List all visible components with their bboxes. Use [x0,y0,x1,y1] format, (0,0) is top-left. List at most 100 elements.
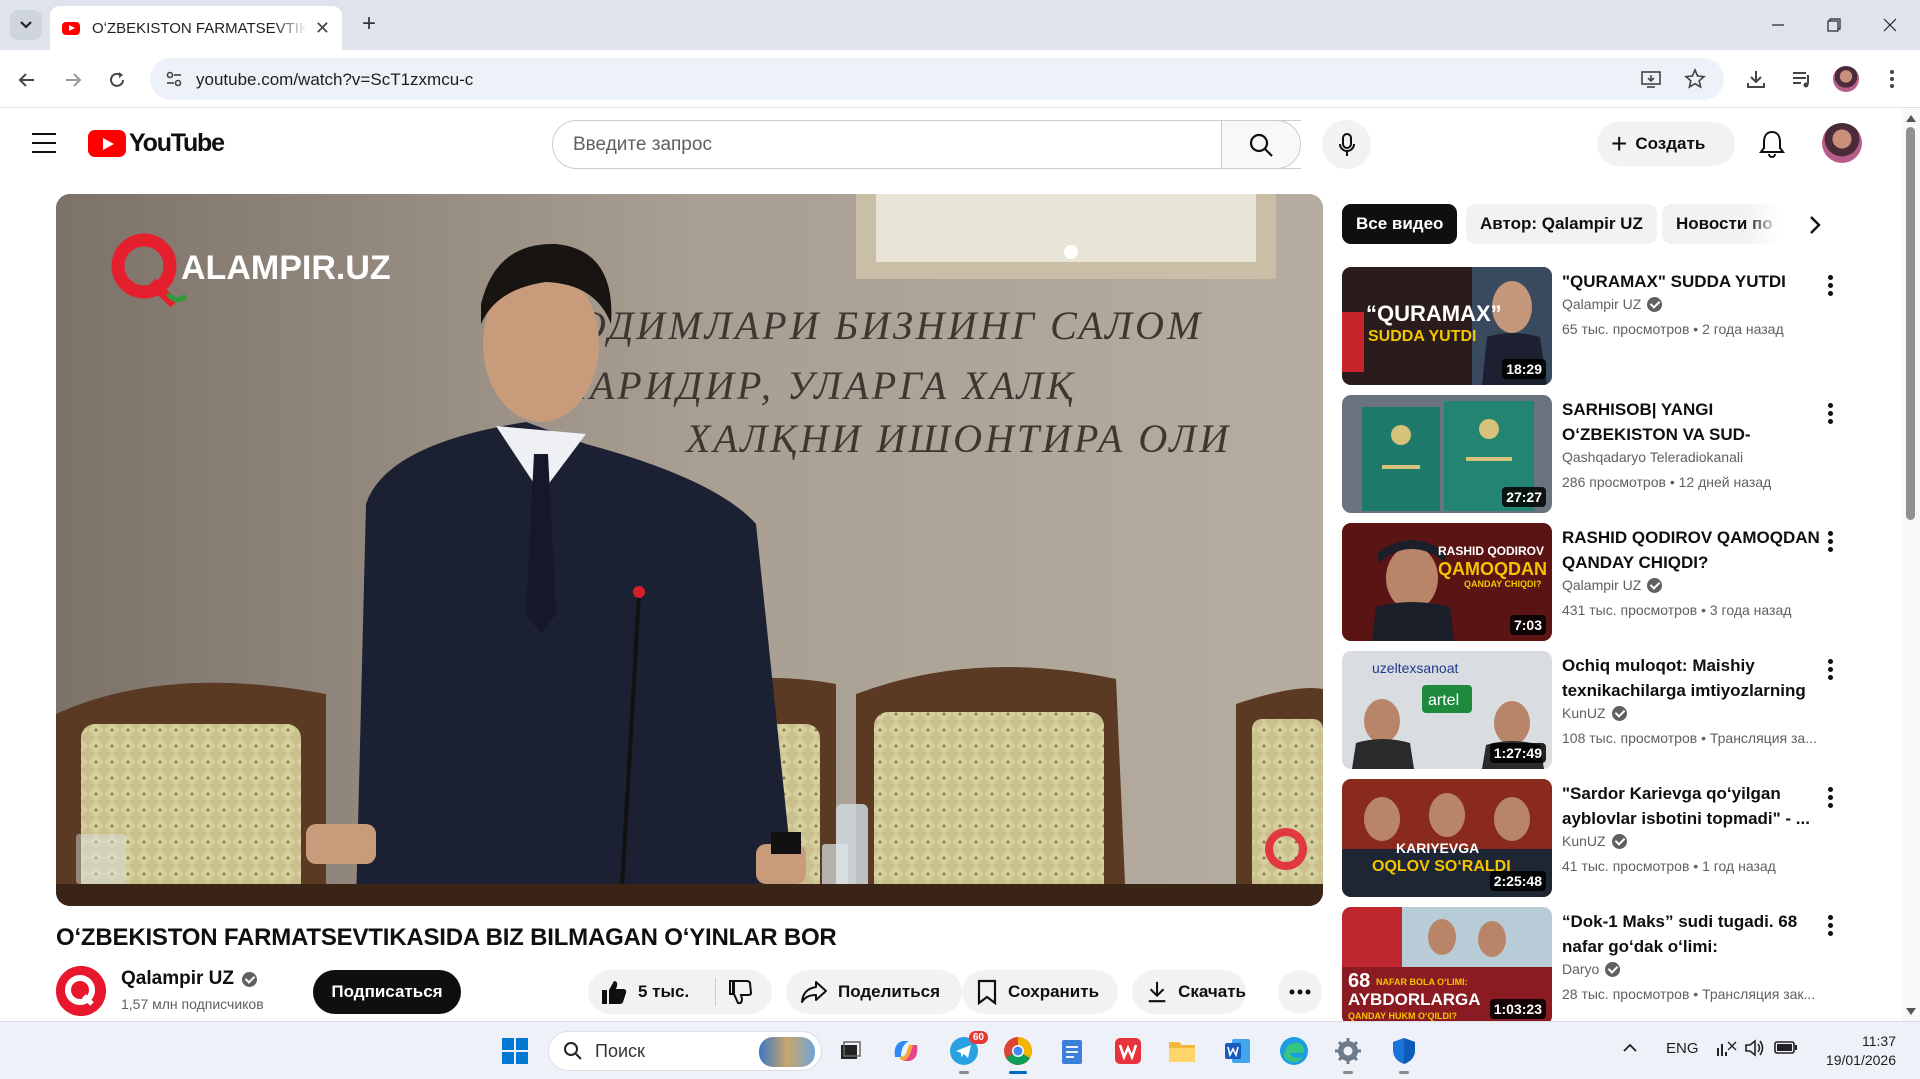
telegram-app[interactable]: 60 [946,1031,988,1074]
forward-button[interactable] [56,63,90,97]
search-highlight-image [759,1037,815,1067]
recommendation-item[interactable]: RASHID QODIROV QAMOQDAN QANDAY CHIQDI? 7… [1342,523,1842,641]
save-button[interactable]: Сохранить [962,970,1118,1014]
channel-name[interactable]: Daryo [1562,961,1621,977]
page-scrollbar[interactable] [1902,109,1920,1021]
start-button[interactable] [497,1033,533,1069]
notepad-app[interactable] [1054,1033,1090,1069]
recommendation-item[interactable]: KARIYEVGA OQLOV SOʻRALDI 2:25:48 "Sardor… [1342,779,1842,897]
video-thumbnail[interactable]: “QURAMAX” SUDDA YUTDI 18:29 [1342,267,1552,385]
file-explorer-app[interactable] [1164,1033,1200,1069]
video-title[interactable]: Ochiq muloqot: Maishiy texnikachilarga i… [1562,653,1822,703]
video-thumbnail[interactable]: uzeltexsanoat artel 1:27:49 [1342,651,1552,769]
word-app[interactable] [1220,1033,1256,1069]
video-thumbnail[interactable]: 68 NAFAR BOLA OʻLIMI: AYBDORLARGA QANDAY… [1342,907,1552,1025]
chip-news[interactable]: Новости по [1662,204,1780,244]
recommendation-item[interactable]: “QURAMAX” SUDDA YUTDI 18:29 "QURAMAX" SU… [1342,267,1842,385]
url-text: youtube.com/watch?v=ScT1zxmcu-c [196,70,474,89]
search-button[interactable] [1221,120,1301,169]
defender-app[interactable] [1386,1033,1422,1074]
bookmark-star-icon[interactable] [1684,68,1706,90]
account-avatar[interactable] [1822,123,1862,163]
address-bar[interactable]: youtube.com/watch?v=ScT1zxmcu-c [150,58,1724,100]
more-vert-icon[interactable] [1828,915,1834,937]
close-window-button[interactable] [1862,0,1918,50]
restore-button[interactable] [1806,0,1862,50]
chips-next-button[interactable] [1800,210,1830,240]
dislike-button[interactable] [716,979,772,1005]
video-title[interactable]: "Sardor Karievga qoʻyilgan ayblovlar isb… [1562,781,1822,831]
wps-app[interactable] [1110,1033,1146,1069]
channel-name[interactable]: KunUZ [1562,705,1627,721]
share-button[interactable]: Поделиться [786,970,962,1014]
site-settings-icon[interactable] [164,69,184,89]
qalampir-logo-icon [56,966,106,1016]
show-hidden-icons-button[interactable] [1622,1040,1638,1057]
youtube-logo[interactable]: YouTube [88,129,225,158]
reload-button[interactable] [100,63,134,97]
voice-search-button[interactable] [1322,120,1371,169]
browser-tab-active[interactable]: OʻZBEKISTON FARMATSEVTIKASIDA BIZ BILMAG… [50,6,342,50]
volume-button[interactable] [1744,1038,1766,1062]
scrollbar-thumb[interactable] [1906,127,1915,520]
media-controls-button[interactable] [1788,65,1816,93]
browser-menu-button[interactable] [1878,65,1906,93]
more-actions-button[interactable] [1278,970,1322,1014]
more-vert-icon[interactable] [1828,659,1834,681]
channel-name-text: KunUZ [1562,705,1606,721]
more-vert-icon[interactable] [1828,531,1834,553]
channel-name[interactable]: Qashqadaryo Teleradiokanali [1562,449,1743,465]
notifications-bell-icon[interactable] [1756,128,1788,160]
recommendation-item[interactable]: 27:27 SARHISOB| YANGI OʻZBEKISTON VA SUD… [1342,395,1842,513]
input-language[interactable]: ENG [1666,1040,1699,1057]
video-thumbnail[interactable]: 27:27 [1342,395,1552,513]
recommendation-item[interactable]: uzeltexsanoat artel 1:27:49 Ochiq muloqo… [1342,651,1842,769]
network-button[interactable] [1716,1038,1738,1062]
video-title[interactable]: RASHID QODIROV QAMOQDAN QANDAY CHIQDI? [1562,525,1822,575]
tab-search-button[interactable] [10,10,42,40]
video-title[interactable]: SARHISOB| YANGI OʻZBEKISTON VA SUD-HUQUQ… [1562,397,1822,447]
video-meta: 41 тыс. просмотров • 1 год назад [1562,858,1776,874]
taskbar-search-input[interactable]: Поиск [548,1031,822,1071]
reload-icon [110,72,124,87]
create-button[interactable]: + Создать [1597,122,1735,166]
chrome-app[interactable] [1000,1033,1036,1074]
more-vert-icon[interactable] [1828,403,1834,425]
channel-name[interactable]: Qalampir UZ [121,968,257,990]
channel-avatar[interactable] [56,966,106,1016]
tab-close-icon[interactable]: ✕ [315,18,330,39]
chip-author[interactable]: Автор: Qalampir UZ [1466,204,1657,244]
task-view-button[interactable] [832,1033,868,1069]
settings-app[interactable] [1330,1033,1366,1074]
minimize-button[interactable] [1750,0,1806,50]
channel-name[interactable]: Qalampir UZ [1562,577,1663,593]
video-title[interactable]: “Dok-1 Maks” sudi tugadi. 68 nafar goʻda… [1562,909,1822,959]
video-player[interactable]: ЁТ ХОДИМЛАРИ БИЗНИНГ САЛОМ ОНЛАРИДИР, УЛ… [56,194,1323,906]
video-title[interactable]: "QURAMAX" SUDDA YUTDI [1562,269,1822,294]
search-input[interactable]: Введите запрос [552,120,1301,169]
video-thumbnail[interactable]: RASHID QODIROV QAMOQDAN QANDAY CHIQDI? 7… [1342,523,1552,641]
like-button[interactable]: 5 тыс. [600,978,716,1006]
battery-button[interactable] [1774,1039,1798,1059]
back-button[interactable] [10,63,44,97]
scroll-up-arrow[interactable] [1906,115,1916,122]
channel-name[interactable]: KunUZ [1562,833,1627,849]
more-vert-icon[interactable] [1828,275,1834,297]
channel-name[interactable]: Qalampir UZ [1562,296,1663,312]
downloads-button[interactable] [1742,65,1770,93]
more-vert-icon[interactable] [1828,787,1834,809]
chip-all-videos[interactable]: Все видео [1342,204,1458,244]
arrow-right-icon [66,73,82,87]
profile-button[interactable] [1832,65,1860,93]
recommendation-item[interactable]: 68 NAFAR BOLA OʻLIMI: AYBDORLARGA QANDAY… [1342,907,1842,1025]
install-app-icon[interactable] [1640,68,1662,90]
edge-app[interactable] [1276,1033,1312,1069]
scroll-down-arrow[interactable] [1906,1008,1916,1015]
new-tab-button[interactable]: + [354,10,384,40]
video-thumbnail[interactable]: KARIYEVGA OQLOV SOʻRALDI 2:25:48 [1342,779,1552,897]
system-clock[interactable]: 11:37 19/01/2026 [1800,1032,1896,1070]
copilot-app[interactable] [888,1033,924,1069]
guide-menu-button[interactable] [32,133,56,153]
subscribe-button[interactable]: Подписаться [313,970,461,1014]
download-video-button[interactable]: Скачать [1132,970,1246,1014]
